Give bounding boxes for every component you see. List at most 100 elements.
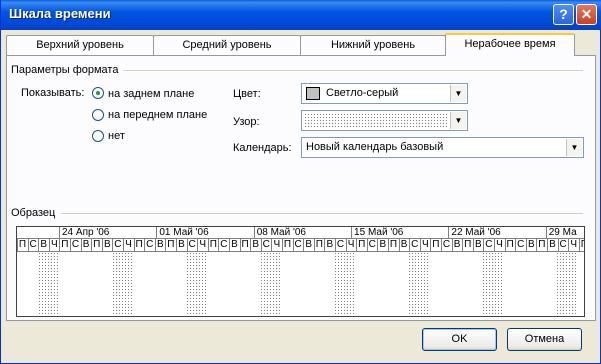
close-button[interactable]: ✕ — [576, 4, 597, 25]
day-label: Ч — [568, 239, 578, 251]
timescale-sample: 24 Апр '06 01 Май '06 08 Май '06 15 Май '06… — [16, 226, 585, 317]
tab-middle-tier[interactable]: Средний уровень — [153, 35, 301, 55]
day-label: П — [504, 239, 514, 251]
cancel-button[interactable]: Отмена — [507, 328, 582, 351]
day-label: С — [218, 239, 228, 251]
day-label: С — [292, 239, 302, 251]
radio-none-label[interactable]: нет — [108, 130, 125, 142]
pattern-label: Узор: — [233, 116, 260, 128]
day-label: В — [154, 239, 165, 251]
day-label: П — [578, 239, 584, 251]
day-label: П — [133, 239, 143, 251]
radio-foreground[interactable] — [92, 109, 104, 121]
sample-group-title: Образец — [11, 207, 56, 219]
day-label: Ч — [197, 239, 207, 251]
pattern-select[interactable]: ▼ — [301, 110, 468, 131]
week-label: 08 Май '06 — [253, 227, 306, 239]
chevron-down-icon[interactable]: ▼ — [450, 112, 466, 129]
week-label: 15 Май '06 — [351, 227, 403, 239]
week-label: 24 Апр '06 — [59, 227, 109, 239]
weekend-shade — [481, 252, 502, 316]
day-label: П — [462, 239, 472, 251]
tab-nonworking-time[interactable]: Нерабочее время — [445, 33, 575, 56]
day-label: С — [335, 239, 345, 251]
day-label: С — [557, 239, 567, 251]
day-label: С — [260, 239, 270, 251]
day-label: Ч — [271, 239, 281, 251]
day-label: П — [536, 239, 546, 251]
color-select[interactable]: Светло-серый ▼ — [301, 83, 468, 104]
day-label: П — [388, 239, 398, 251]
week-label: 01 Май '06 — [156, 227, 209, 239]
day-label: В — [324, 239, 334, 251]
pattern-preview — [304, 113, 447, 128]
day-label: В — [398, 239, 409, 251]
day-label: С — [441, 239, 451, 251]
radio-background[interactable] — [92, 87, 104, 99]
calendar-select[interactable]: Новый календарь базовый ▼ — [301, 137, 584, 158]
timescale-dialog: Шкала времени ? ✕ Верхний уровень Средни… — [0, 0, 601, 364]
day-label: С — [70, 239, 80, 251]
sample-divider — [61, 213, 583, 215]
show-label: Показывать: — [21, 87, 85, 99]
weekend-shade — [555, 252, 576, 316]
chevron-down-icon[interactable]: ▼ — [450, 85, 466, 102]
day-label: В — [176, 239, 186, 251]
day-label: С — [144, 239, 154, 251]
week-tier: 24 Апр '06 01 Май '06 08 Май '06 15 Май '06… — [17, 227, 584, 239]
radio-background-label[interactable]: на заднем плане — [108, 88, 194, 100]
day-label: С — [186, 239, 196, 251]
day-label: П — [17, 239, 27, 251]
ok-button[interactable]: OK — [422, 328, 497, 351]
day-label: В — [451, 239, 462, 251]
tab-strip: Верхний уровень Средний уровень Нижний у… — [6, 33, 596, 56]
format-group-title: Параметры формата — [11, 64, 119, 76]
day-label: В — [525, 239, 536, 251]
day-label: Ч — [494, 239, 504, 251]
day-label: В — [472, 239, 483, 251]
color-value: Светло-серый — [326, 87, 399, 99]
day-label: С — [366, 239, 376, 251]
color-label: Цвет: — [233, 88, 261, 100]
day-label: П — [239, 239, 249, 251]
day-label: П — [313, 239, 323, 251]
calendar-label: Календарь: — [233, 142, 292, 154]
radio-foreground-label[interactable]: на переднем плане — [108, 109, 207, 121]
day-label: Ч — [48, 239, 59, 251]
day-tier: ПСВЧПСВПВСЧПСВПВСЧПСВПВСЧПСВПВСЧПСВПВСЧП… — [17, 239, 584, 252]
day-label: С — [409, 239, 419, 251]
day-label: С — [112, 239, 122, 251]
day-label: В — [377, 239, 387, 251]
weekend-shade — [38, 252, 58, 316]
day-label: Ч — [345, 239, 356, 251]
title-bar: Шкала времени ? ✕ — [1, 0, 601, 30]
tab-top-tier[interactable]: Верхний уровень — [6, 35, 154, 55]
format-divider — [123, 70, 583, 72]
day-label: П — [165, 239, 175, 251]
day-label: В — [547, 239, 557, 251]
weekend-shade — [407, 252, 428, 316]
calendar-value: Новый календарь базовый — [306, 141, 444, 153]
week-label: 22 Май '06 — [448, 227, 501, 239]
color-swatch — [306, 87, 320, 100]
help-button[interactable]: ? — [553, 4, 574, 25]
day-label: Ч — [123, 239, 133, 251]
day-label: С — [483, 239, 493, 251]
day-label: В — [303, 239, 313, 251]
day-label: П — [282, 239, 292, 251]
day-label: С — [27, 239, 37, 251]
day-label: В — [250, 239, 260, 251]
day-label: В — [38, 239, 48, 251]
day-label: П — [91, 239, 101, 251]
weekend-shade — [333, 252, 354, 316]
dialog-title: Шкала времени — [9, 6, 111, 21]
weekend-shade — [259, 252, 280, 316]
radio-none[interactable] — [92, 130, 104, 142]
tab-bottom-tier[interactable]: Нижний уровень — [300, 35, 446, 55]
day-label: С — [515, 239, 525, 251]
week-label: 29 Ма — [545, 227, 577, 239]
weekend-shade — [185, 252, 206, 316]
day-label: В — [229, 239, 239, 251]
chevron-down-icon[interactable]: ▼ — [566, 139, 582, 156]
day-label: П — [207, 239, 217, 251]
